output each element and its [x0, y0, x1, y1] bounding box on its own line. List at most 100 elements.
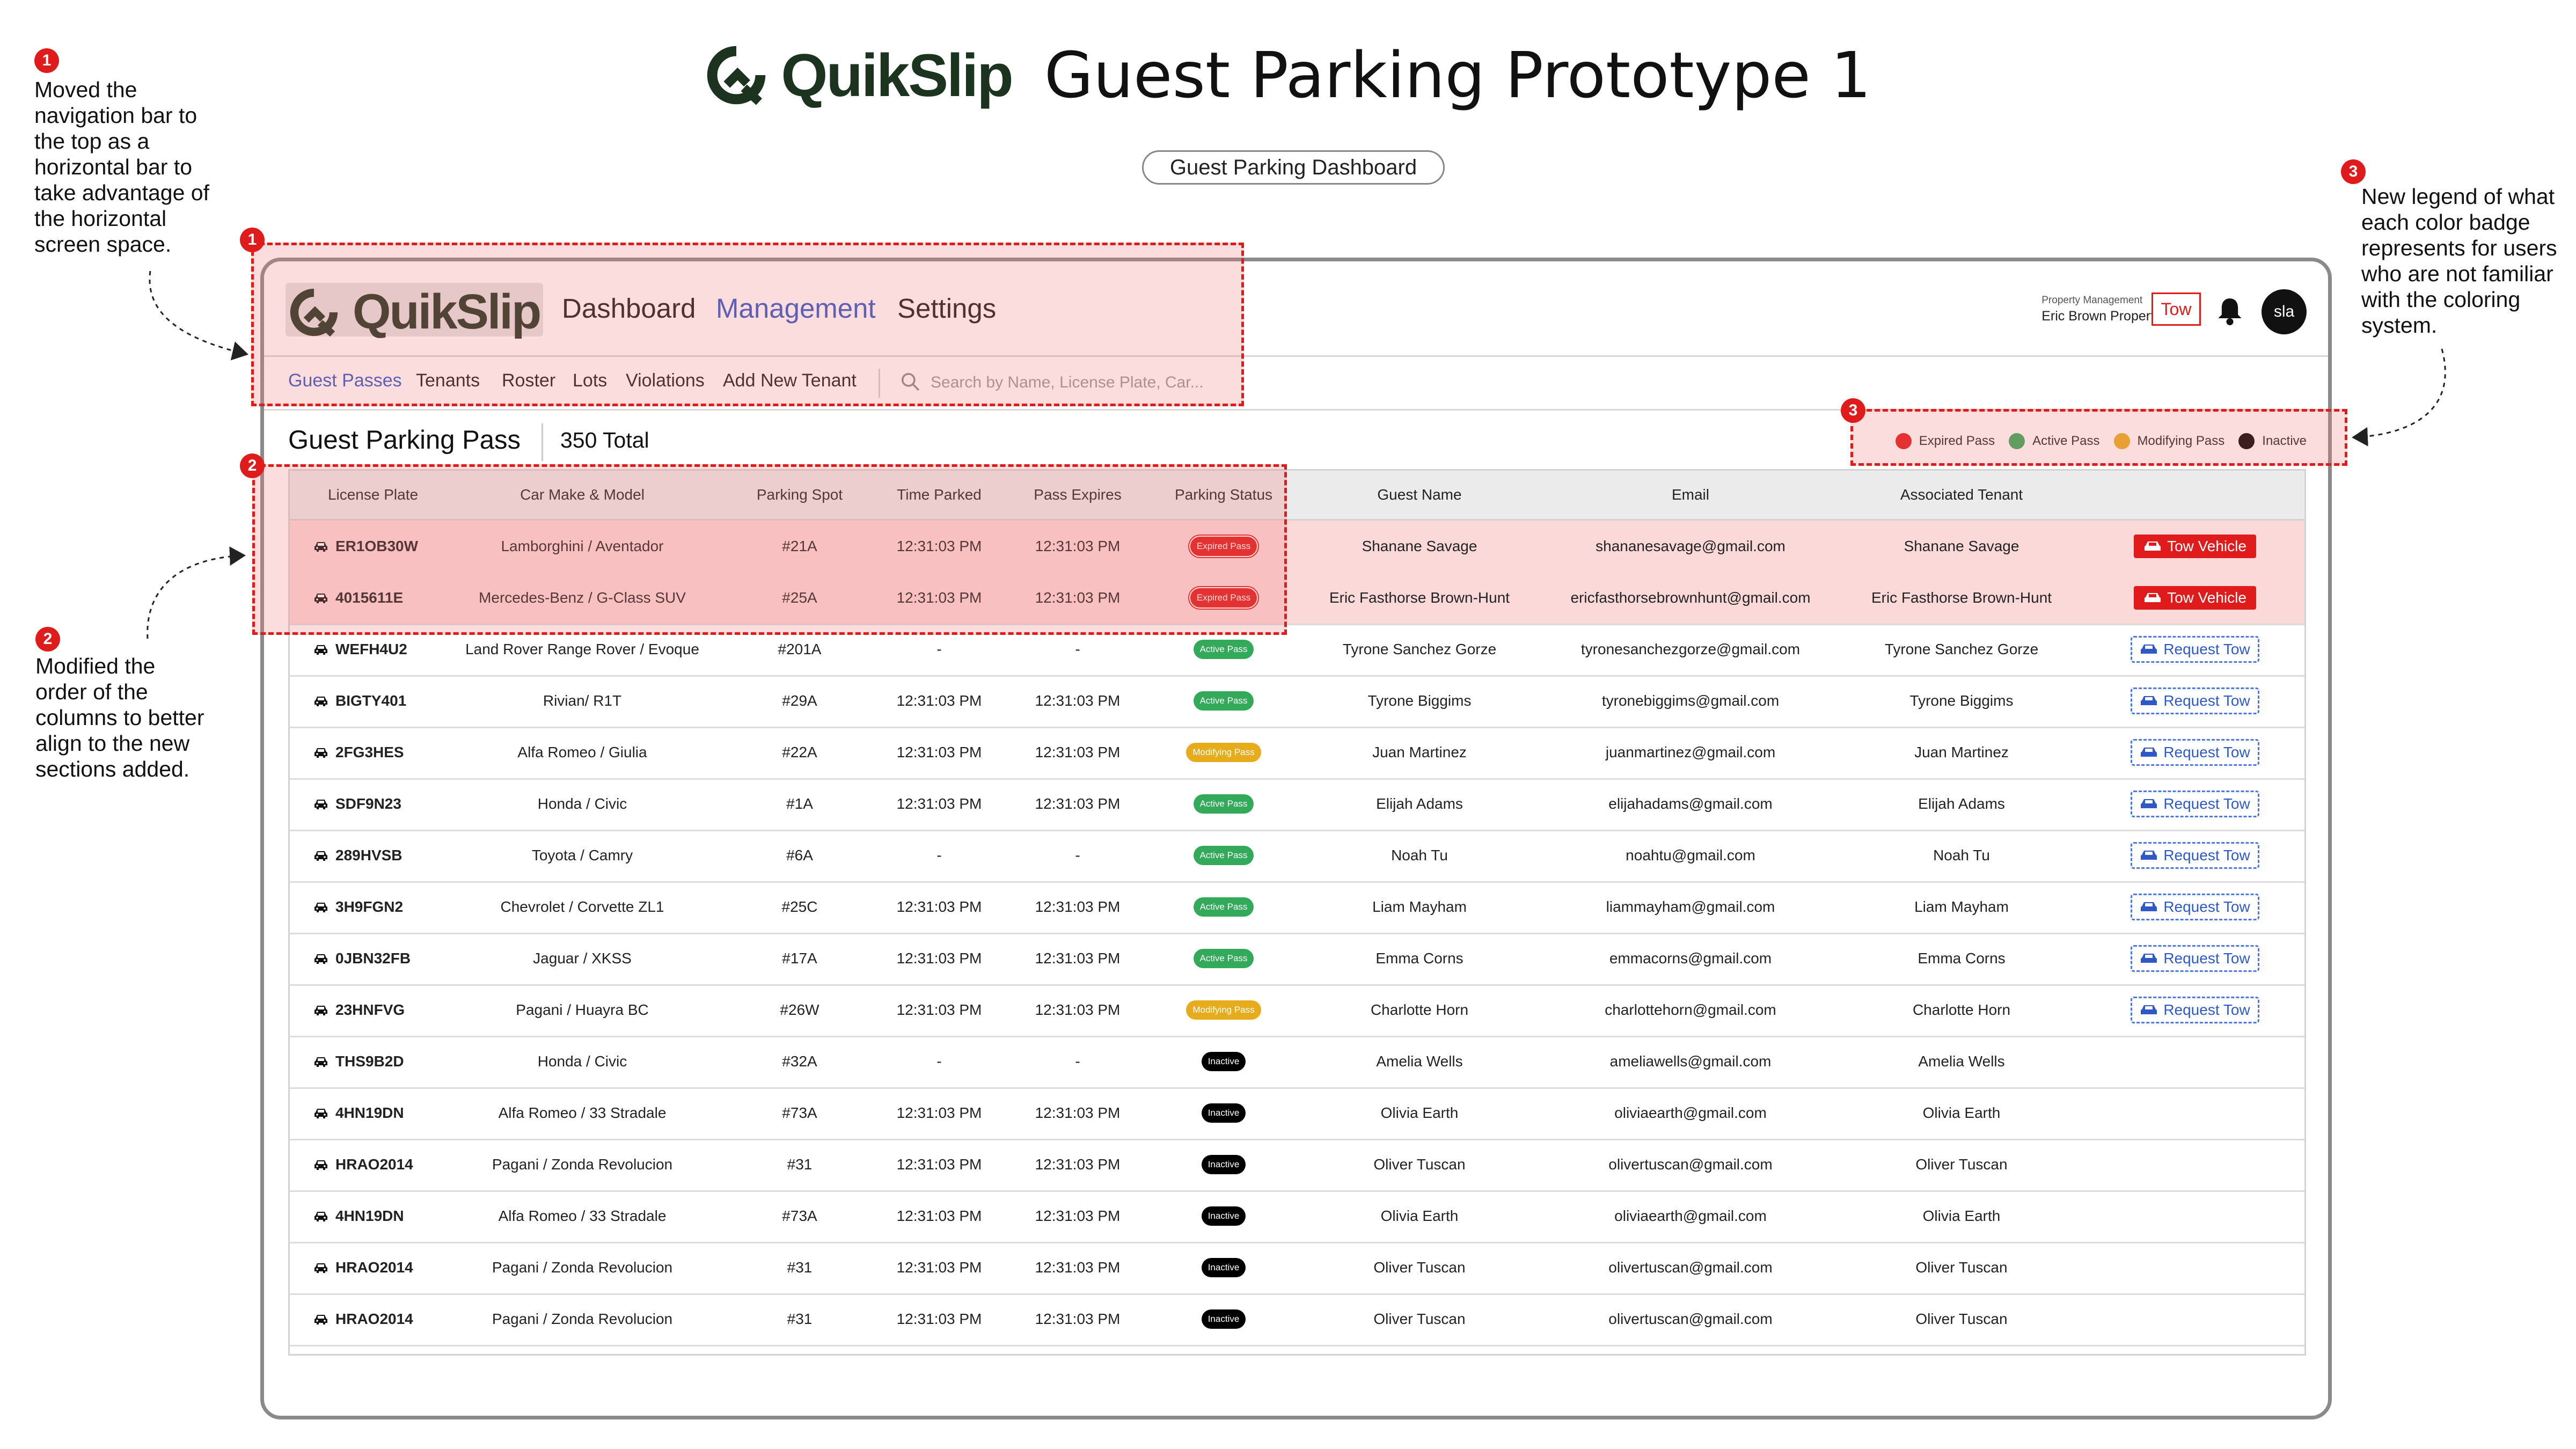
tow-truck-icon [2140, 797, 2158, 810]
guest-cell: Elijah Adams [1376, 795, 1463, 812]
table-row[interactable]: 2FG3HES Alfa Romeo / Giulia #22A 12:31:03 P… [290, 727, 2304, 780]
car-cell: Alfa Romeo / 33 Stradale [498, 1104, 667, 1121]
action-label: Request Tow [2163, 898, 2250, 915]
bell-icon[interactable] [2216, 296, 2244, 327]
request-tow-button[interactable]: Request Tow [2131, 687, 2259, 714]
expires-cell: 12:31:03 PM [1035, 744, 1121, 760]
expires-cell: 12:31:03 PM [1035, 1104, 1121, 1121]
email-cell: tyronebiggims@gmail.com [1601, 692, 1780, 709]
spot-cell: #6A [786, 847, 813, 863]
parked-cell: 12:31:03 PM [896, 898, 982, 915]
tenant-cell: Juan Martinez [1914, 744, 2009, 760]
column-header[interactable]: Email [1540, 471, 1841, 519]
spot-cell: #1A [786, 795, 813, 812]
status-badge: Active Pass [1193, 897, 1254, 917]
tow-truck-icon [2140, 901, 2158, 913]
email-cell: olivertuscan@gmail.com [1608, 1259, 1773, 1276]
table-row[interactable]: 0JBN32FB Jaguar / XKSS #17A 12:31:03 PM 12:3… [290, 933, 2304, 986]
table-row[interactable]: BIGTY401 Rivian/ R1T #29A 12:31:03 PM 12:31:… [290, 675, 2304, 728]
table-row[interactable]: 23HNFVG Pagani / Huayra BC #26W 12:31:03 PM… [290, 984, 2304, 1037]
license-plate: 3H9FGN2 [335, 898, 404, 915]
license-plate: 289HVSB [335, 847, 402, 863]
status-badge: Inactive [1201, 1258, 1246, 1277]
email-cell: olivertuscan@gmail.com [1608, 1311, 1773, 1327]
email-cell: tyronesanchezgorze@gmail.com [1580, 641, 1801, 657]
status-cell: Active Pass [1154, 675, 1293, 727]
arrow-annotation-2 [147, 546, 246, 639]
car-icon [314, 1107, 335, 1119]
brand-name: QuikSlip [781, 41, 1013, 109]
tow-vehicle-button[interactable]: Tow Vehicle [2134, 586, 2256, 610]
title-divider [541, 423, 543, 461]
car-icon [314, 695, 335, 707]
guest-cell: Liam Mayham [1372, 898, 1467, 915]
request-tow-button[interactable]: Request Tow [2131, 894, 2259, 920]
dashboard-chip[interactable]: Guest Parking Dashboard [1142, 150, 1445, 185]
tow-vehicle-button[interactable]: Tow Vehicle [2134, 535, 2256, 558]
table-row[interactable]: SDF9N23 Honda / Civic #1A 12:31:03 PM 12:31:… [290, 778, 2304, 831]
expires-cell: 12:31:03 PM [1035, 898, 1121, 915]
parked-cell: 12:31:03 PM [896, 1208, 982, 1224]
status-cell: Inactive [1154, 1293, 1293, 1345]
request-tow-button[interactable]: Request Tow [2131, 739, 2259, 766]
tow-button[interactable]: Tow [2151, 292, 2201, 326]
annotation-2-marker: 2 [240, 453, 265, 478]
action-label: Tow Vehicle [2167, 538, 2246, 554]
table-row[interactable]: HRAO2014 Pagani / Zonda Revolucion #31 12:3… [290, 1293, 2304, 1346]
car-icon [314, 1056, 335, 1067]
table-row[interactable]: 4HN19DN Alfa Romeo / 33 Stradale #73A 12:31… [290, 1190, 2304, 1243]
table-row[interactable]: THS9B2D Honda / Civic #32A - - Inactive Amelia… [290, 1036, 2304, 1089]
table-row[interactable]: 4HN19DN Alfa Romeo / 33 Stradale #73A 12:31… [290, 1087, 2304, 1140]
car-cell: Rivian/ R1T [543, 692, 622, 709]
column-header[interactable]: Associated Tenant [1843, 471, 2080, 519]
license-plate: THS9B2D [335, 1053, 404, 1070]
email-cell: charlottehorn@gmail.com [1605, 1001, 1776, 1018]
action-cell [2114, 1139, 2275, 1190]
car-icon [314, 953, 335, 964]
request-tow-button[interactable]: Request Tow [2131, 945, 2259, 972]
email-cell: liammayham@gmail.com [1606, 898, 1775, 915]
action-label: Request Tow [2163, 692, 2250, 709]
email-cell: elijahadams@gmail.com [1608, 795, 1773, 812]
license-plate: 2FG3HES [335, 744, 404, 760]
request-tow-button[interactable]: Request Tow [2131, 842, 2259, 869]
spot-cell: #17A [782, 950, 817, 967]
license-plate-cell: SDF9N23 [314, 778, 459, 830]
table-row[interactable]: 3H9FGN2 Chevrolet / Corvette ZL1 #25C 12:31… [290, 881, 2304, 934]
table-row[interactable]: HRAO2014 Pagani / Zonda Revolucion #31 12:3… [290, 1139, 2304, 1192]
annotation-1-number: 1 [34, 48, 59, 73]
avatar-initials: sla [2273, 303, 2295, 320]
status-badge: Active Pass [1193, 846, 1254, 865]
table-row[interactable]: HRAO2014 Pagani / Zonda Revolucion #31 12:3… [290, 1242, 2304, 1295]
tow-truck-icon [2140, 849, 2158, 862]
tow-truck-icon [2140, 746, 2158, 759]
expires-cell: 12:31:03 PM [1035, 950, 1121, 967]
email-cell: ameliawells@gmail.com [1609, 1053, 1772, 1070]
parked-cell: 12:31:03 PM [896, 795, 982, 812]
request-tow-button[interactable]: Request Tow [2131, 997, 2259, 1023]
highlight-columns-box [252, 464, 1287, 635]
email-cell: oliviaearth@gmail.com [1614, 1208, 1767, 1224]
column-header[interactable]: Guest Name [1307, 471, 1532, 519]
parked-cell: 12:31:03 PM [896, 1001, 982, 1018]
tenant-cell: Liam Mayham [1914, 898, 2009, 915]
tow-truck-icon [2140, 694, 2158, 707]
tenant-cell: Noah Tu [1933, 847, 1990, 863]
expires-cell: 12:31:03 PM [1035, 1208, 1121, 1224]
tenant-cell: Tyrone Biggims [1909, 692, 2014, 709]
email-cell: oliviaearth@gmail.com [1614, 1104, 1767, 1121]
tenant-cell: Oliver Tuscan [1915, 1311, 2008, 1327]
guest-cell: Charlotte Horn [1370, 1001, 1469, 1018]
request-tow-button[interactable]: Request Tow [2131, 636, 2259, 663]
request-tow-button[interactable]: Request Tow [2131, 791, 2259, 817]
spot-cell: #31 [787, 1259, 813, 1276]
table-row[interactable]: 289HVSB Toyota / Camry #6A - - Active Pass Noa… [290, 830, 2304, 883]
expires-cell: 12:31:03 PM [1035, 795, 1121, 812]
action-cell [2114, 1293, 2275, 1345]
action-label: Tow Vehicle [2167, 589, 2246, 606]
page-header: QuikSlip Guest Parking Prototype 1 [0, 38, 2576, 113]
car-cell: Chevrolet / Corvette ZL1 [500, 898, 664, 915]
avatar[interactable]: sla [2262, 289, 2307, 334]
license-plate: 23HNFVG [335, 1001, 405, 1018]
status-badge: Inactive [1201, 1309, 1246, 1329]
